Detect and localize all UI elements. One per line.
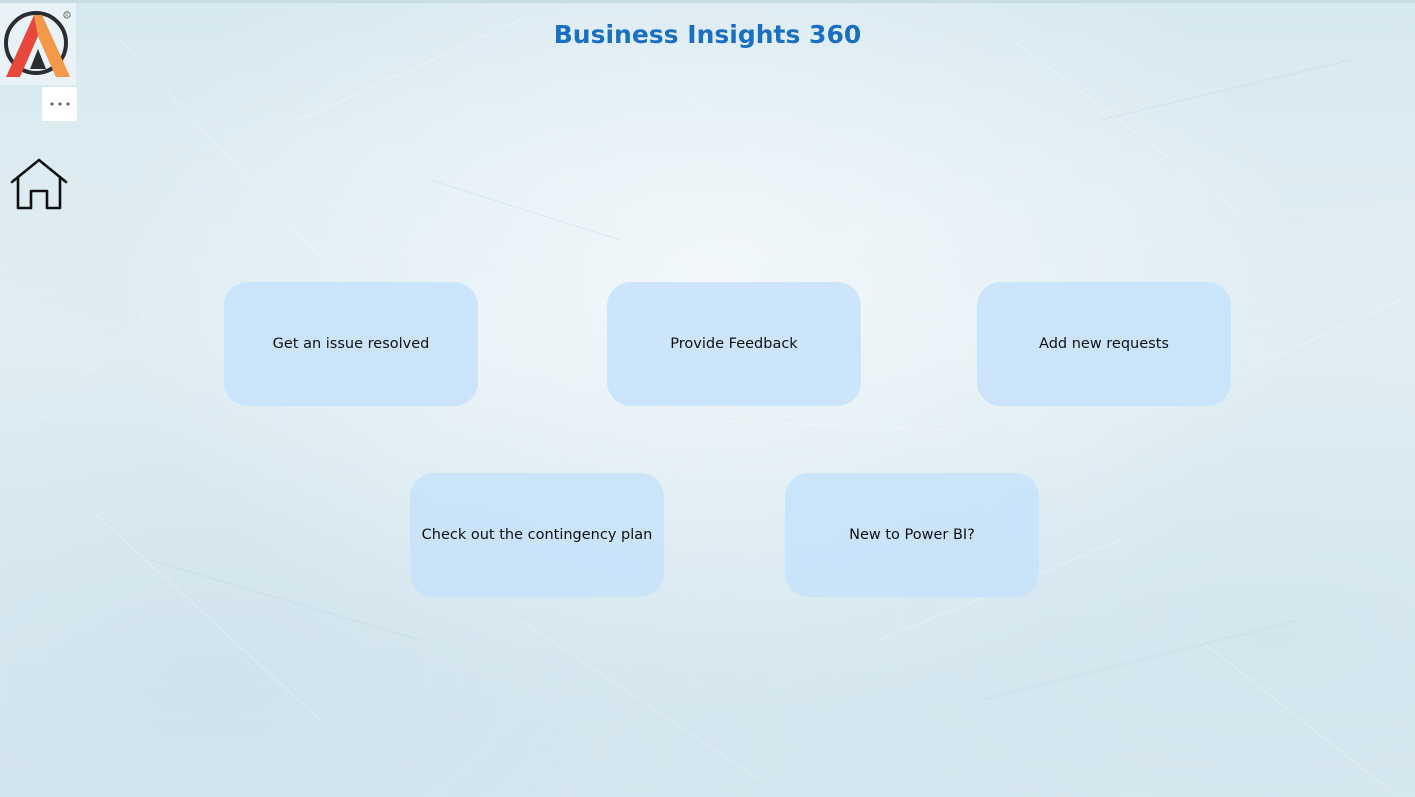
ellipsis-icon (49, 102, 70, 106)
home-button[interactable] (9, 156, 69, 212)
get-issue-resolved-button[interactable]: Get an issue resolved (224, 282, 478, 406)
page-title: Business Insights 360 (553, 20, 862, 49)
home-icon (10, 158, 68, 210)
more-options-button[interactable] (42, 87, 77, 121)
add-new-requests-button[interactable]: Add new requests (977, 282, 1231, 406)
tile-label: New to Power BI? (849, 527, 975, 543)
tile-label: Check out the contingency plan (421, 527, 653, 543)
provide-feedback-button[interactable]: Provide Feedback (607, 282, 861, 406)
tile-label: Provide Feedback (670, 336, 798, 352)
top-border (0, 0, 1415, 3)
tile-label: Get an issue resolved (272, 336, 430, 352)
svg-text:R: R (65, 13, 68, 19)
tile-label: Add new requests (1039, 336, 1169, 352)
contingency-plan-button[interactable]: Check out the contingency plan (410, 473, 664, 597)
new-to-power-bi-button[interactable]: New to Power BI? (785, 473, 1039, 597)
